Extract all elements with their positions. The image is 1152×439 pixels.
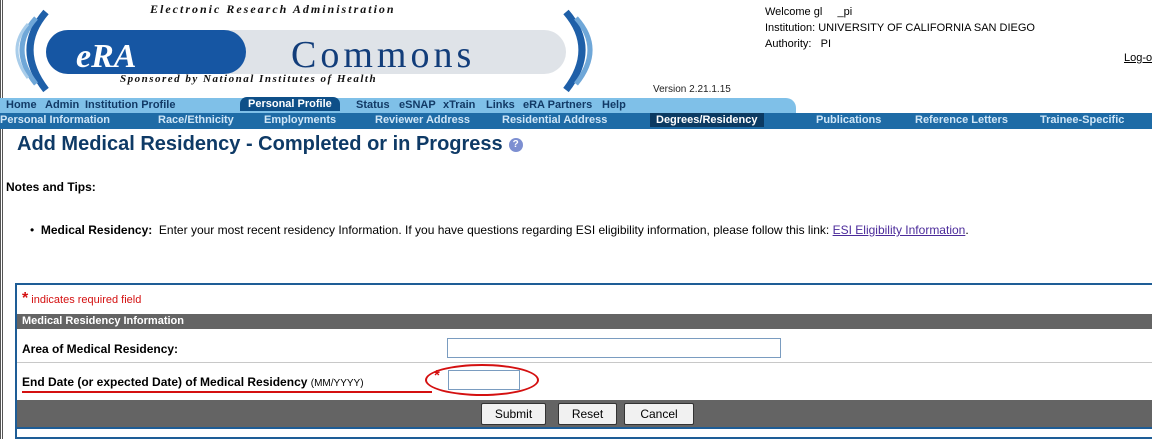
reset-button[interactable]: Reset [558,403,617,425]
page-title: Add Medical Residency - Completed or in … [17,133,523,156]
nav-personal-profile[interactable]: Personal Profile [240,97,340,111]
form-bottom-border [17,427,1152,429]
required-note: * indicates required field [22,290,141,308]
notes-item-label: Medical Residency: [40,223,153,237]
logo-sponsor: Sponsored by National Institutes of Heal… [120,73,378,85]
header: eRA Commons Electronic Research Administ… [0,0,1152,98]
logo-tagline: Electronic Research Administration [150,2,396,16]
row-divider [17,362,1152,363]
version-label: Version 2.21.1.15 [653,84,731,95]
institution-text: Institution: UNIVERSITY OF CALIFORNIA SA… [765,22,1035,34]
annotation-circle [425,364,539,396]
primary-nav: Home Admin Institution Profile Personal … [0,97,796,113]
subnav-publications[interactable]: Publications [816,114,881,126]
notes-heading: Notes and Tips: [6,180,96,194]
help-icon[interactable]: ? [508,137,523,152]
logo-commons-text: Commons [291,34,475,76]
subnav-trainee-specific[interactable]: Trainee-Specific [1040,114,1124,126]
nav-xtrain[interactable]: xTrain [443,99,475,111]
annotation-underline [22,391,432,393]
end-date-label-text: End Date (or expected Date) of Medical R… [22,375,308,389]
nav-era-partners[interactable]: eRA Partners [523,99,592,111]
notes-link-suffix: . [965,223,969,237]
required-star-icon: * [22,290,29,307]
nav-institution-profile[interactable]: Institution Profile [85,99,175,111]
notes-item: • Medical Residency: Enter your most rec… [30,222,1140,238]
nav-help[interactable]: Help [602,99,626,111]
esi-eligibility-link[interactable]: ESI Eligibility Information [833,223,966,237]
page-title-text: Add Medical Residency - Completed or in … [17,133,503,155]
submit-button[interactable]: Submit [481,403,546,425]
subnav-employments[interactable]: Employments [264,114,336,126]
nav-status[interactable]: Status [356,99,390,111]
subnav-degrees-residency[interactable]: Degrees/Residency [650,113,764,127]
notes-item-text: Enter your most recent residency Informa… [158,223,830,237]
subnav-personal-information[interactable]: Personal Information [0,114,110,126]
end-date-label: End Date (or expected Date) of Medical R… [22,375,364,389]
subnav-race-ethnicity[interactable]: Race/Ethnicity [158,114,234,126]
nav-links[interactable]: Links [486,99,515,111]
secondary-nav: Personal Information Race/Ethnicity Empl… [0,113,1152,129]
nav-home[interactable]: Home [6,99,37,111]
subnav-reference-letters[interactable]: Reference Letters [915,114,1008,126]
nav-admin[interactable]: Admin [45,99,79,111]
section-header: Medical Residency Information [17,314,1152,329]
area-label: Area of Medical Residency: [22,342,179,356]
user-info: Welcome gl _pi Institution: UNIVERSITY O… [765,4,1035,52]
logout-link[interactable]: Log-out [1124,52,1152,64]
cancel-button[interactable]: Cancel [624,403,694,425]
end-date-format: (MM/YYYY) [310,378,364,389]
subnav-residential-address[interactable]: Residential Address [502,114,607,126]
bullet-icon: • [30,223,41,237]
welcome-text: Welcome gl _pi [765,6,853,18]
subnav-reviewer-address[interactable]: Reviewer Address [375,114,470,126]
nav-esnap[interactable]: eSNAP [399,99,436,111]
logo-era-text: eRA [76,38,136,75]
required-note-text: indicates required field [31,294,142,306]
area-input[interactable] [447,338,781,358]
authority-text: Authority: PI [765,38,832,50]
